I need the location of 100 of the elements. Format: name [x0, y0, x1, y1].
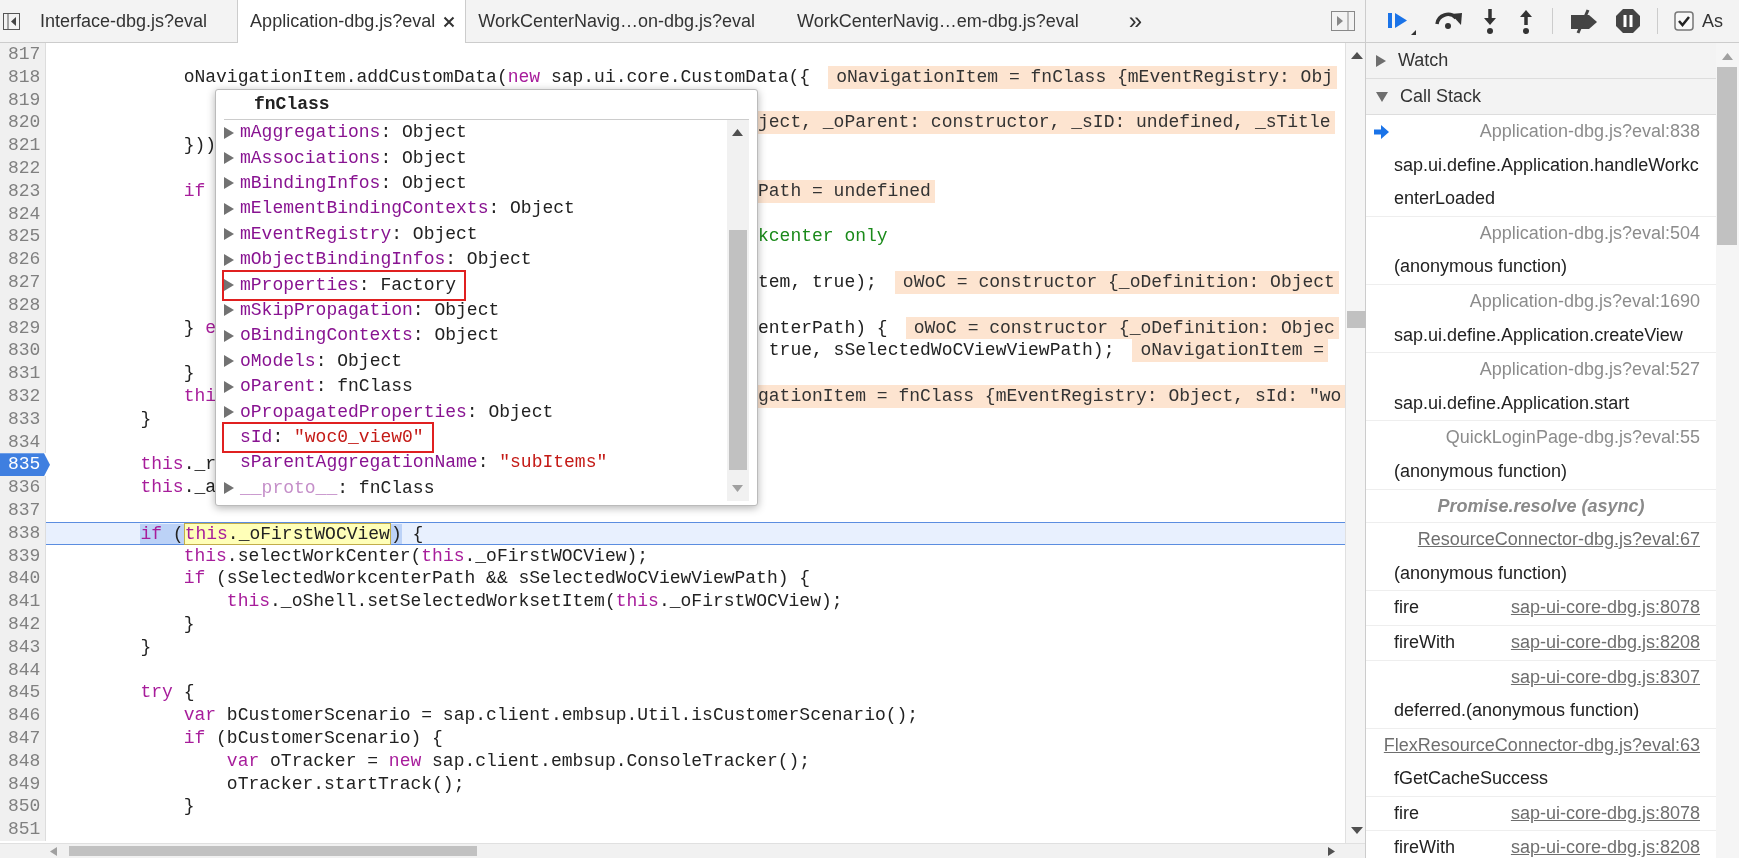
line-number: 826	[0, 248, 46, 271]
function-name[interactable]: sap.ui.define.Application.start	[1394, 386, 1700, 421]
expand-arrow-icon[interactable]	[224, 202, 234, 215]
tab[interactable]: Application-dbg.js?eval	[237, 0, 467, 43]
code-text: oTracker.startTrack();	[226, 772, 465, 796]
property-text: mAssociations: Object	[240, 146, 467, 170]
source-link[interactable]: sap-ui-core-dbg.js:8208	[1500, 831, 1700, 858]
expand-arrow-icon[interactable]	[224, 228, 234, 241]
checkbox[interactable]	[1674, 11, 1694, 31]
line-number: 819	[0, 88, 46, 112]
property-text: mProperties: Factory	[240, 273, 457, 297]
line-number: 827	[0, 270, 46, 294]
code-text: this._oShell.setSelectedWorksetItem(this._oFirstWOCView);	[226, 590, 843, 613]
expand-arrow-icon[interactable]	[224, 482, 234, 495]
property-text: mAggregations: Object	[240, 121, 467, 145]
panel-toggle-icon[interactable]	[1331, 11, 1355, 31]
line-number: 842	[0, 612, 46, 636]
scrollbar-thumb[interactable]	[1717, 67, 1737, 245]
scroll-up-icon[interactable]	[732, 129, 743, 136]
property-text: mElementBindingContexts: Object	[240, 197, 575, 221]
line-number: 823	[0, 179, 46, 203]
arrow-icon	[1374, 125, 1389, 139]
expand-arrow-icon[interactable]	[224, 329, 234, 342]
inline-value: Path = undefined	[758, 179, 935, 203]
code-text: thi	[183, 384, 217, 408]
close-icon[interactable]	[443, 15, 456, 28]
inline-value: oWoC = constructor {_oDefinition: Object	[894, 270, 1339, 294]
scrollbar-thumb[interactable]	[729, 230, 747, 470]
function-name[interactable]: (anonymous function)	[1394, 250, 1700, 284]
code-text: this.selectWorkCenter(this._oFirstWOCView);	[183, 544, 649, 568]
code-text: }	[183, 362, 195, 385]
line-number: 835	[0, 453, 50, 477]
expand-arrow-icon[interactable]	[224, 152, 234, 165]
scroll-right-icon[interactable]	[1328, 847, 1335, 856]
code-text: } e	[183, 316, 217, 340]
expand-arrow-icon[interactable]	[224, 279, 234, 292]
expand-arrow-icon[interactable]	[224, 355, 234, 368]
code-text: }	[140, 407, 152, 431]
code-text: oNavigationItem.addCustomData(new sap.ui.core.CustomData({	[183, 65, 811, 89]
line-number: 830	[0, 339, 46, 363]
inline-value: oNavigationItem =	[1132, 339, 1329, 363]
code-text: }	[183, 612, 195, 636]
code-text: }	[140, 635, 152, 659]
line-number: 847	[0, 726, 46, 750]
scroll-up-icon[interactable]	[1351, 51, 1364, 59]
source-link[interactable]: ResourceConnector-dbg.js?eval:67	[1407, 523, 1700, 557]
property-text: mObjectBindingInfos: Object	[240, 248, 532, 272]
line-number: 817	[0, 43, 46, 66]
code-text: if (this._oFirstWOCView) {	[140, 522, 424, 544]
tab[interactable]: WorkCenterNavig…on-dbg.js?eval	[466, 0, 786, 42]
line-number: 820	[0, 111, 46, 135]
code-text: if (bCustomerScenario) {	[183, 726, 443, 750]
scrollbar-thumb[interactable]	[1347, 311, 1367, 328]
code-text: var oTracker = new sap.client.embsup.ConsoleTracker();	[226, 749, 811, 773]
function-name[interactable]: fGetCacheSuccess	[1394, 762, 1700, 796]
source-link[interactable]: FlexResourceConnector-dbg.js?eval:63	[1373, 728, 1700, 763]
scrollbar-thumb[interactable]	[69, 846, 477, 856]
function-name[interactable]: (anonymous function)	[1394, 454, 1700, 489]
function-name[interactable]: sap.ui.define.Application.createView	[1394, 318, 1700, 353]
breakpoints-off-icon[interactable]	[1569, 7, 1599, 35]
property-text: __proto__: fnClass	[240, 476, 435, 500]
section-header[interactable]: Call Stack	[1366, 79, 1716, 115]
line-number: 843	[0, 635, 46, 659]
line-number: 845	[0, 681, 46, 705]
code-text: true, sSelectedWoCViewViewPath);	[768, 339, 1115, 363]
tab[interactable]: Interface-dbg.js?eval	[28, 0, 238, 42]
tab[interactable]: WorkCenterNavig…em-dbg.js?eval	[785, 0, 1109, 42]
code-text: kcenter only	[758, 225, 888, 249]
more-tabs-button[interactable]: »	[1108, 0, 1143, 42]
expand-arrow-icon[interactable]	[224, 380, 234, 393]
property-text: mSkipPropagation: Object	[240, 298, 500, 322]
code-text: enterPath) {	[758, 316, 888, 340]
expand-arrow-icon[interactable]	[224, 406, 234, 418]
source-link[interactable]: sap-ui-core-dbg.js:8078	[1500, 796, 1700, 831]
inline-value: oNavigationItem = fnClass {mEventRegistry: Obj	[828, 65, 1338, 89]
function-name[interactable]: deferred.(anonymous function)	[1394, 694, 1700, 728]
async-separator: Promise.resolve (async)	[1366, 489, 1716, 524]
expand-arrow-icon[interactable]	[224, 304, 234, 317]
line-number: 850	[0, 795, 46, 819]
line-number: 840	[0, 567, 46, 591]
line-number: 832	[0, 384, 46, 408]
checkbox-label: As	[1702, 9, 1723, 33]
line-number: 844	[0, 658, 46, 682]
property-text: sId: "woc0_view0"	[240, 425, 424, 449]
source-link[interactable]: sap-ui-core-dbg.js:8208	[1500, 625, 1700, 660]
scroll-down-icon[interactable]	[1351, 827, 1364, 835]
panel-toggle-icon[interactable]	[3, 12, 20, 30]
line-number: 824	[0, 202, 46, 226]
function-name[interactable]: sap.ui.define.Application.handleWorkcenterLoaded	[1394, 148, 1700, 216]
pause-icon[interactable]	[1615, 8, 1641, 34]
section-header[interactable]: Watch	[1366, 43, 1716, 79]
expand-arrow-icon[interactable]	[224, 126, 234, 139]
expand-arrow-icon	[1376, 91, 1388, 102]
source-link[interactable]: sap-ui-core-dbg.js:8078	[1500, 591, 1700, 625]
expand-arrow-icon[interactable]	[224, 177, 234, 190]
function-name[interactable]: (anonymous function)	[1394, 556, 1700, 591]
expand-arrow-icon[interactable]	[224, 253, 234, 266]
source-link[interactable]: sap-ui-core-dbg.js:8307	[1500, 660, 1700, 695]
popover-title: fnClass	[254, 93, 330, 116]
line-number: 836	[0, 476, 46, 499]
